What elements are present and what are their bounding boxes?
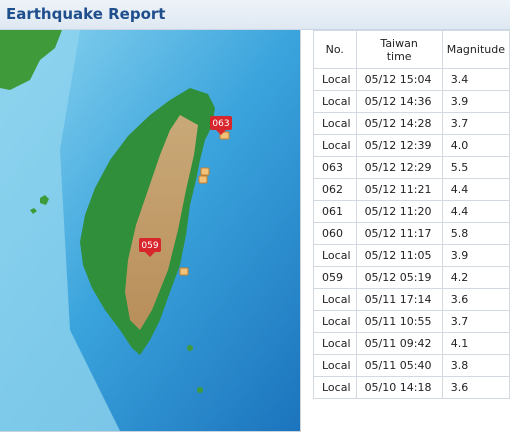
cell-time: 05/12 11:20 xyxy=(355,200,443,223)
earthquake-table-container: No. Taiwan time Magnitude Local 05/12 15:… xyxy=(313,30,510,399)
cell-no: 061 xyxy=(313,200,357,223)
cell-no: 059 xyxy=(313,266,357,289)
cell-no: 062 xyxy=(313,178,357,201)
cell-time: 05/12 14:36 xyxy=(355,90,443,113)
cell-magnitude: 3.6 xyxy=(441,288,510,311)
cell-magnitude: 3.9 xyxy=(441,244,510,267)
cell-time: 05/10 14:18 xyxy=(355,376,443,399)
cell-magnitude: 3.9 xyxy=(441,90,510,113)
earthquake-map[interactable]: 063 059 xyxy=(0,30,301,432)
cell-time: 05/11 05:40 xyxy=(355,354,443,377)
cell-no: Local xyxy=(313,376,357,399)
table-row[interactable]: Local 05/11 17:14 3.6 xyxy=(313,288,510,311)
cell-magnitude: 5.8 xyxy=(441,222,510,245)
cell-magnitude: 4.2 xyxy=(441,266,510,289)
cell-time: 05/12 11:05 xyxy=(355,244,443,267)
cell-magnitude: 4.1 xyxy=(441,332,510,355)
green-island xyxy=(187,345,193,351)
cell-magnitude: 4.0 xyxy=(441,134,510,157)
marker-label: 063 xyxy=(212,119,229,129)
cell-no: Local xyxy=(313,310,357,333)
table-row[interactable]: 060 05/12 11:17 5.8 xyxy=(313,222,510,245)
cell-magnitude: 3.7 xyxy=(441,112,510,135)
cell-no: 063 xyxy=(313,156,357,179)
cell-no: Local xyxy=(313,134,357,157)
earthquake-table: No. Taiwan time Magnitude Local 05/12 15:… xyxy=(313,30,510,399)
cell-magnitude: 5.5 xyxy=(441,156,510,179)
cell-no: Local xyxy=(313,244,357,267)
column-header-time-line2: time xyxy=(386,49,412,63)
marker-label: 059 xyxy=(141,241,158,251)
cell-no: Local xyxy=(313,68,357,91)
page-title: Earthquake Report xyxy=(6,5,166,23)
cell-no: Local xyxy=(313,288,357,311)
cell-no: Local xyxy=(313,332,357,355)
column-header-magnitude: Magnitude xyxy=(441,30,510,69)
cell-no: Local xyxy=(313,90,357,113)
header-bar: Earthquake Report xyxy=(0,0,510,30)
table-row[interactable]: 062 05/12 11:21 4.4 xyxy=(313,178,510,201)
cell-magnitude: 3.6 xyxy=(441,376,510,399)
cell-time: 05/12 05:19 xyxy=(355,266,443,289)
cell-time: 05/12 15:04 xyxy=(355,68,443,91)
table-row[interactable]: Local 05/12 14:28 3.7 xyxy=(313,112,510,135)
table-row[interactable]: Local 05/12 15:04 3.4 xyxy=(313,68,510,91)
cell-no: Local xyxy=(313,112,357,135)
cell-no: Local xyxy=(313,354,357,377)
cell-no: 060 xyxy=(313,222,357,245)
table-row[interactable]: Local 05/11 09:42 4.1 xyxy=(313,332,510,355)
table-row[interactable]: Local 05/12 12:39 4.0 xyxy=(313,134,510,157)
cell-time: 05/12 11:17 xyxy=(355,222,443,245)
cell-magnitude: 3.4 xyxy=(441,68,510,91)
table-row[interactable]: 061 05/12 11:20 4.4 xyxy=(313,200,510,223)
column-header-time-line1: Taiwan xyxy=(380,36,418,50)
cell-magnitude: 3.7 xyxy=(441,310,510,333)
table-row[interactable]: Local 05/11 05:40 3.8 xyxy=(313,354,510,377)
cell-time: 05/11 10:55 xyxy=(355,310,443,333)
table-row[interactable]: Local 05/10 14:18 3.6 xyxy=(313,376,510,399)
column-header-taiwan-time: Taiwan time xyxy=(355,30,443,69)
table-row[interactable]: Local 05/12 11:05 3.9 xyxy=(313,244,510,267)
table-row[interactable]: Local 05/11 10:55 3.7 xyxy=(313,310,510,333)
cell-time: 05/11 17:14 xyxy=(355,288,443,311)
cell-magnitude: 3.8 xyxy=(441,354,510,377)
cell-time: 05/12 11:21 xyxy=(355,178,443,201)
cell-magnitude: 4.4 xyxy=(441,200,510,223)
epicenter-marker-small[interactable] xyxy=(179,267,189,276)
cell-time: 05/12 12:39 xyxy=(355,134,443,157)
column-header-no: No. xyxy=(313,30,357,69)
cell-time: 05/12 14:28 xyxy=(355,112,443,135)
epicenter-marker-small[interactable] xyxy=(200,167,210,176)
cell-time: 05/11 09:42 xyxy=(355,332,443,355)
cell-time: 05/12 12:29 xyxy=(355,156,443,179)
epicenter-marker-small[interactable] xyxy=(198,175,208,184)
table-row[interactable]: Local 05/12 14:36 3.9 xyxy=(313,90,510,113)
cell-magnitude: 4.4 xyxy=(441,178,510,201)
table-header-row: No. Taiwan time Magnitude xyxy=(313,30,510,69)
table-row[interactable]: 059 05/12 05:19 4.2 xyxy=(313,266,510,289)
orchid-island xyxy=(197,387,203,393)
map-canvas: 063 059 xyxy=(0,30,300,431)
table-row[interactable]: 063 05/12 12:29 5.5 xyxy=(313,156,510,179)
